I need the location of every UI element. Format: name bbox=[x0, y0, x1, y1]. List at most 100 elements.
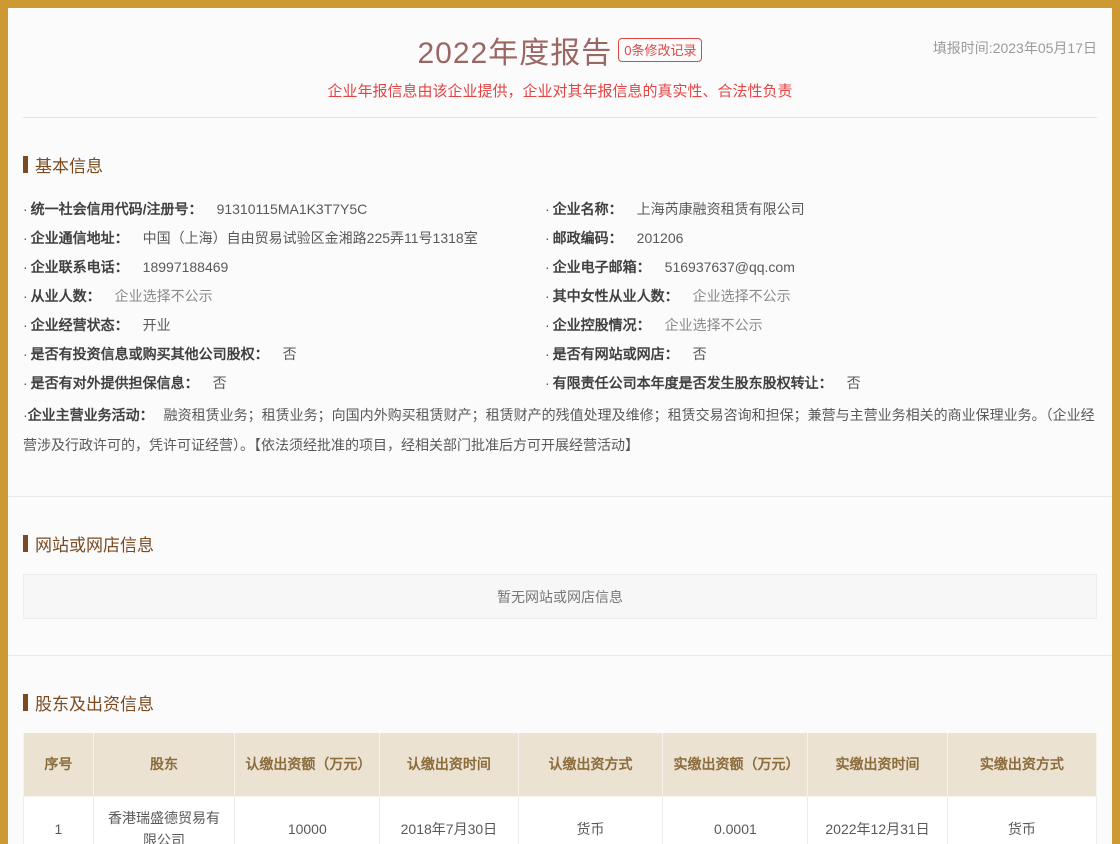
shareholders-section: 股东及出资信息 序号股东认缴出资额（万元）认缴出资时间认缴出资方式实缴出资额（万… bbox=[8, 690, 1112, 844]
column-header: 实缴出资时间 bbox=[808, 733, 947, 796]
disclaimer-text: 企业年报信息由该企业提供，企业对其年报信息的真实性、合法性负责 bbox=[8, 80, 1112, 101]
basic-info-field: ·企业名称： 上海芮康融资租赁有限公司 bbox=[545, 195, 1097, 224]
table-cell: 货币 bbox=[947, 796, 1096, 844]
basic-info-field: ·其中女性从业人数： 企业选择不公示 bbox=[545, 282, 1097, 311]
shareholders-table: 序号股东认缴出资额（万元）认缴出资时间认缴出资方式实缴出资额（万元）实缴出资时间… bbox=[23, 733, 1097, 844]
field-label: 企业控股情况： bbox=[553, 317, 651, 333]
field-value: 否 bbox=[213, 375, 227, 391]
column-header: 认缴出资额（万元） bbox=[235, 733, 380, 796]
page-title: 2022年度报告 bbox=[418, 28, 613, 72]
bullet-icon: · bbox=[23, 288, 28, 304]
table-cell: 2022年12月31日 bbox=[808, 796, 947, 844]
field-value: 201206 bbox=[637, 230, 684, 246]
bullet-icon: · bbox=[23, 201, 28, 217]
field-label: 企业经营状态： bbox=[31, 317, 129, 333]
bullet-icon: · bbox=[545, 375, 550, 391]
bullet-icon: · bbox=[545, 288, 550, 304]
field-value: 上海芮康融资租赁有限公司 bbox=[637, 201, 805, 217]
bullet-icon: · bbox=[545, 346, 550, 362]
field-value: 企业选择不公示 bbox=[665, 317, 763, 333]
field-value: 否 bbox=[847, 375, 861, 391]
field-value: 否 bbox=[283, 346, 297, 362]
basic-info-field: ·统一社会信用代码/注册号： 91310115MA1K3T7Y5C bbox=[23, 195, 535, 224]
basic-info-fields: ·统一社会信用代码/注册号：91310115MA1K3T7Y5C·企业名称：上海… bbox=[23, 195, 1097, 398]
bullet-icon: · bbox=[23, 346, 28, 362]
basic-info-field: ·企业控股情况： 企业选择不公示 bbox=[545, 311, 1097, 340]
table-cell: 10000 bbox=[235, 796, 380, 844]
bullet-icon: · bbox=[545, 230, 550, 246]
field-label: 是否有网站或网店： bbox=[553, 346, 679, 362]
section-marker-icon bbox=[23, 694, 28, 711]
annual-report-page: 2022年度报告0条修改记录 填报时间:2023年05月17日 企业年报信息由该… bbox=[0, 0, 1120, 844]
basic-info-title-text: 基本信息 bbox=[35, 152, 103, 177]
table-cell: 香港瑞盛德贸易有限公司 bbox=[93, 796, 235, 844]
field-value: 516937637@qq.com bbox=[665, 259, 795, 275]
field-value: 开业 bbox=[143, 317, 171, 333]
shareholders-title: 股东及出资信息 bbox=[23, 690, 1097, 715]
basic-info-field: ·从业人数： 企业选择不公示 bbox=[23, 282, 535, 311]
section-divider bbox=[8, 496, 1112, 497]
bullet-icon: · bbox=[23, 259, 28, 275]
section-divider bbox=[8, 655, 1112, 656]
bullet-icon: · bbox=[545, 201, 550, 217]
column-header: 认缴出资时间 bbox=[380, 733, 518, 796]
bullet-icon: · bbox=[23, 375, 28, 391]
field-label: 其中女性从业人数： bbox=[553, 288, 679, 304]
column-header: 实缴出资额（万元） bbox=[663, 733, 808, 796]
section-marker-icon bbox=[23, 156, 28, 173]
basic-info-field: ·是否有对外提供担保信息： 否 bbox=[23, 369, 535, 398]
basic-info-section: 基本信息 ·统一社会信用代码/注册号：91310115MA1K3T7Y5C·企业… bbox=[8, 152, 1112, 496]
bullet-icon: · bbox=[545, 259, 550, 275]
website-empty-box: 暂无网站或网店信息 bbox=[23, 574, 1097, 619]
basic-info-field: ·邮政编码： 201206 bbox=[545, 224, 1097, 253]
basic-info-field: ·企业通信地址： 中国（上海）自由贸易试验区金湘路225弄11号1318室 bbox=[23, 224, 535, 253]
field-value: 否 bbox=[693, 346, 707, 362]
field-label: 是否有对外提供担保信息： bbox=[31, 375, 199, 391]
website-info-title-text: 网站或网店信息 bbox=[35, 531, 154, 556]
field-value: 91310115MA1K3T7Y5C bbox=[217, 201, 368, 217]
website-info-title: 网站或网店信息 bbox=[23, 531, 1097, 556]
field-value: 中国（上海）自由贸易试验区金湘路225弄11号1318室 bbox=[143, 230, 478, 246]
basic-info-title: 基本信息 bbox=[23, 152, 1097, 177]
table-cell: 0.0001 bbox=[663, 796, 808, 844]
bullet-icon: · bbox=[23, 317, 28, 333]
shareholders-title-text: 股东及出资信息 bbox=[35, 690, 154, 715]
field-label: 从业人数： bbox=[31, 288, 101, 304]
bullet-icon: · bbox=[545, 317, 550, 333]
basic-info-field: ·有限责任公司本年度是否发生股东股权转让： 否 bbox=[545, 369, 1097, 398]
main-business-field: ·企业主营业务活动：融资租赁业务；租赁业务；向国内外购买租赁财产；租赁财产的残值… bbox=[23, 400, 1097, 460]
field-label: 企业通信地址： bbox=[31, 230, 129, 246]
column-header: 认缴出资方式 bbox=[518, 733, 663, 796]
column-header: 实缴出资方式 bbox=[947, 733, 1096, 796]
table-cell: 1 bbox=[24, 796, 94, 844]
field-label: 统一社会信用代码/注册号： bbox=[31, 201, 203, 217]
table-header-row: 序号股东认缴出资额（万元）认缴出资时间认缴出资方式实缴出资额（万元）实缴出资时间… bbox=[24, 733, 1097, 796]
field-value: 企业选择不公示 bbox=[693, 288, 791, 304]
column-header: 股东 bbox=[93, 733, 235, 796]
bullet-icon: · bbox=[23, 230, 28, 246]
section-marker-icon bbox=[23, 535, 28, 552]
report-time-text: 填报时间:2023年05月17日 bbox=[933, 38, 1097, 58]
field-label: 有限责任公司本年度是否发生股东股权转让： bbox=[553, 375, 833, 391]
basic-info-field: ·企业联系电话： 18997188469 bbox=[23, 253, 535, 282]
header-divider bbox=[23, 117, 1097, 118]
main-business-value: 融资租赁业务；租赁业务；向国内外购买租赁财产；租赁财产的残值处理及维修；租赁交易… bbox=[23, 407, 1095, 453]
main-business-label: 企业主营业务活动： bbox=[28, 407, 154, 423]
report-header: 2022年度报告0条修改记录 填报时间:2023年05月17日 企业年报信息由该… bbox=[8, 8, 1112, 118]
basic-info-field: ·是否有投资信息或购买其他公司股权： 否 bbox=[23, 340, 535, 369]
modification-records-badge[interactable]: 0条修改记录 bbox=[618, 38, 702, 62]
table-cell: 货币 bbox=[518, 796, 663, 844]
field-label: 是否有投资信息或购买其他公司股权： bbox=[31, 346, 269, 362]
field-value: 企业选择不公示 bbox=[115, 288, 213, 304]
website-info-section: 网站或网店信息 暂无网站或网店信息 bbox=[8, 531, 1112, 619]
column-header: 序号 bbox=[24, 733, 94, 796]
basic-info-field: ·企业电子邮箱： 516937637@qq.com bbox=[545, 253, 1097, 282]
bullet-icon: · bbox=[23, 407, 28, 423]
basic-info-field: ·企业经营状态： 开业 bbox=[23, 311, 535, 340]
field-value: 18997188469 bbox=[143, 259, 229, 275]
field-label: 邮政编码： bbox=[553, 230, 623, 246]
table-row: 1香港瑞盛德贸易有限公司100002018年7月30日货币0.00012022年… bbox=[24, 796, 1097, 844]
field-label: 企业电子邮箱： bbox=[553, 259, 651, 275]
field-label: 企业名称： bbox=[553, 201, 623, 217]
field-label: 企业联系电话： bbox=[31, 259, 129, 275]
